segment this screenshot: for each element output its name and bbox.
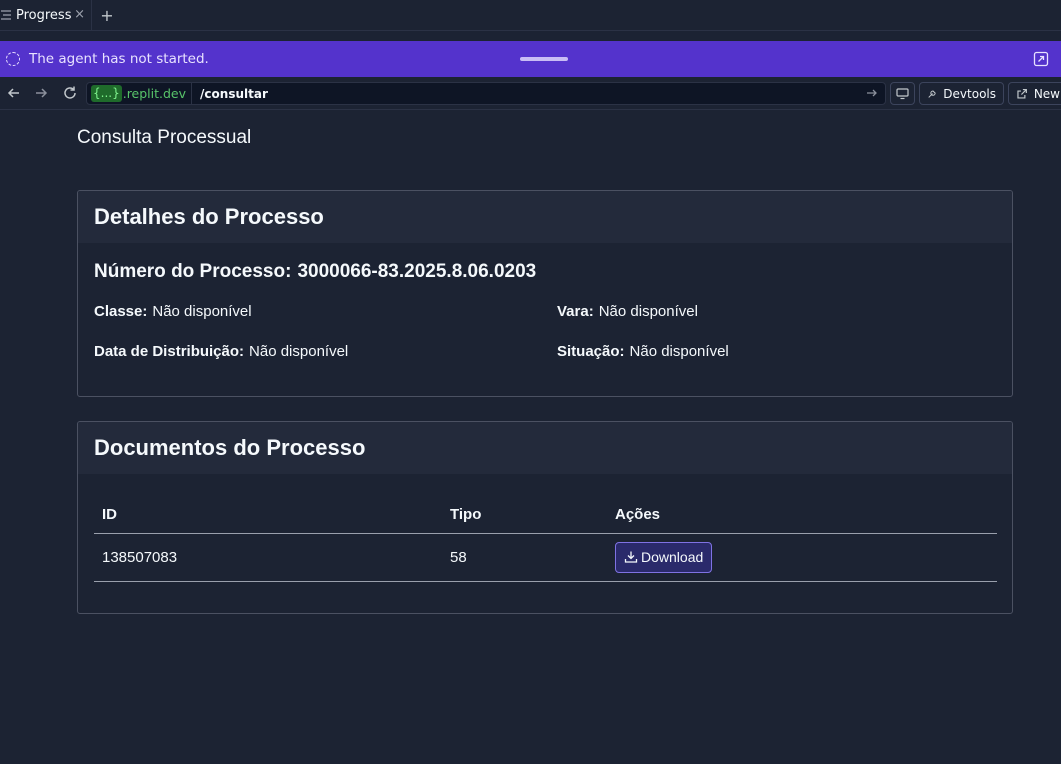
column-header-acoes: Ações [607,497,997,534]
process-documents-header: Documentos do Processo [78,422,1012,474]
spinner-icon [6,52,20,66]
process-details-card: Detalhes do Processo Número do Processo:… [77,190,1013,397]
field-vara-label: Vara: [557,303,594,320]
url-path[interactable]: /consultar [200,87,268,101]
download-icon [624,551,638,563]
list-icon [1,10,11,20]
table-row: 138507083 58 Download [94,533,997,582]
tab-progress[interactable]: Progress × [0,0,92,31]
process-number-value: 3000066-83.2025.8.06.0203 [297,261,537,282]
field-classe: Classe: Não disponível [94,303,252,320]
process-number: Número do Processo: 3000066-83.2025.8.06.… [94,261,536,283]
url-domain: {...} .replit.dev [87,83,193,104]
monitor-icon [896,88,909,100]
field-data-distribuicao: Data de Distribuição: Não disponível [94,343,348,360]
process-documents-heading: Documentos do Processo [94,435,366,460]
devtools-button[interactable]: Devtools [919,82,1004,105]
tab-bar: Progress × + [0,0,1061,31]
tab-progress-label: Progress [16,7,72,23]
table-header-row: ID Tipo Ações [94,497,997,534]
agent-status-text: The agent has not started. [29,51,209,67]
download-label: Download [641,549,704,565]
drag-handle[interactable] [520,57,568,61]
field-situacao: Situação: Não disponível [557,343,729,360]
url-bar[interactable]: {...} .replit.dev /consultar [86,82,886,105]
open-new-tab-button[interactable]: New [1008,82,1061,105]
wrench-icon [928,89,936,98]
document-tipo-cell: 58 [442,533,607,582]
column-header-tipo: Tipo [442,497,607,534]
url-badge: {...} [91,85,122,102]
document-actions-cell: Download [607,533,997,582]
field-data-distribuicao-label: Data de Distribuição: [94,343,245,360]
field-vara-value: Não disponível [598,303,698,320]
field-classe-label: Classe: [94,303,148,320]
column-header-id: ID [94,497,442,534]
document-id-cell: 138507083 [94,533,442,582]
external-link-icon [1017,88,1027,99]
process-number-label: Número do Processo: [94,261,292,282]
expand-icon[interactable] [1033,51,1049,67]
process-details-header: Detalhes do Processo [78,191,1012,243]
field-situacao-label: Situação: [557,343,625,360]
field-situacao-value: Não disponível [629,343,729,360]
reload-icon[interactable] [61,84,79,102]
close-icon[interactable]: × [74,7,85,22]
process-details-heading: Detalhes do Processo [94,204,324,229]
page-title: Consulta Processual [77,127,252,148]
new-tab-label: New [1033,86,1060,101]
devtools-label: Devtools [943,86,996,101]
back-arrow-icon[interactable] [5,84,23,102]
screen-button[interactable] [890,82,915,105]
agent-status-banner: The agent has not started. [0,41,1061,77]
field-vara: Vara: Não disponível [557,303,698,320]
process-documents-card: Documentos do Processo ID Tipo Ações 138… [77,421,1013,614]
forward-arrow-icon[interactable] [32,84,50,102]
go-arrow-icon[interactable] [865,86,879,100]
download-button[interactable]: Download [615,541,713,573]
new-tab-button[interactable]: + [92,0,122,31]
documents-table: ID Tipo Ações 138507083 58 Download [94,497,997,582]
field-classe-value: Não disponível [152,303,252,320]
url-domain-text: .replit.dev [122,86,187,101]
field-data-distribuicao-value: Não disponível [249,343,349,360]
browser-toolbar: {...} .replit.dev /consultar Devtools Ne… [0,77,1061,110]
